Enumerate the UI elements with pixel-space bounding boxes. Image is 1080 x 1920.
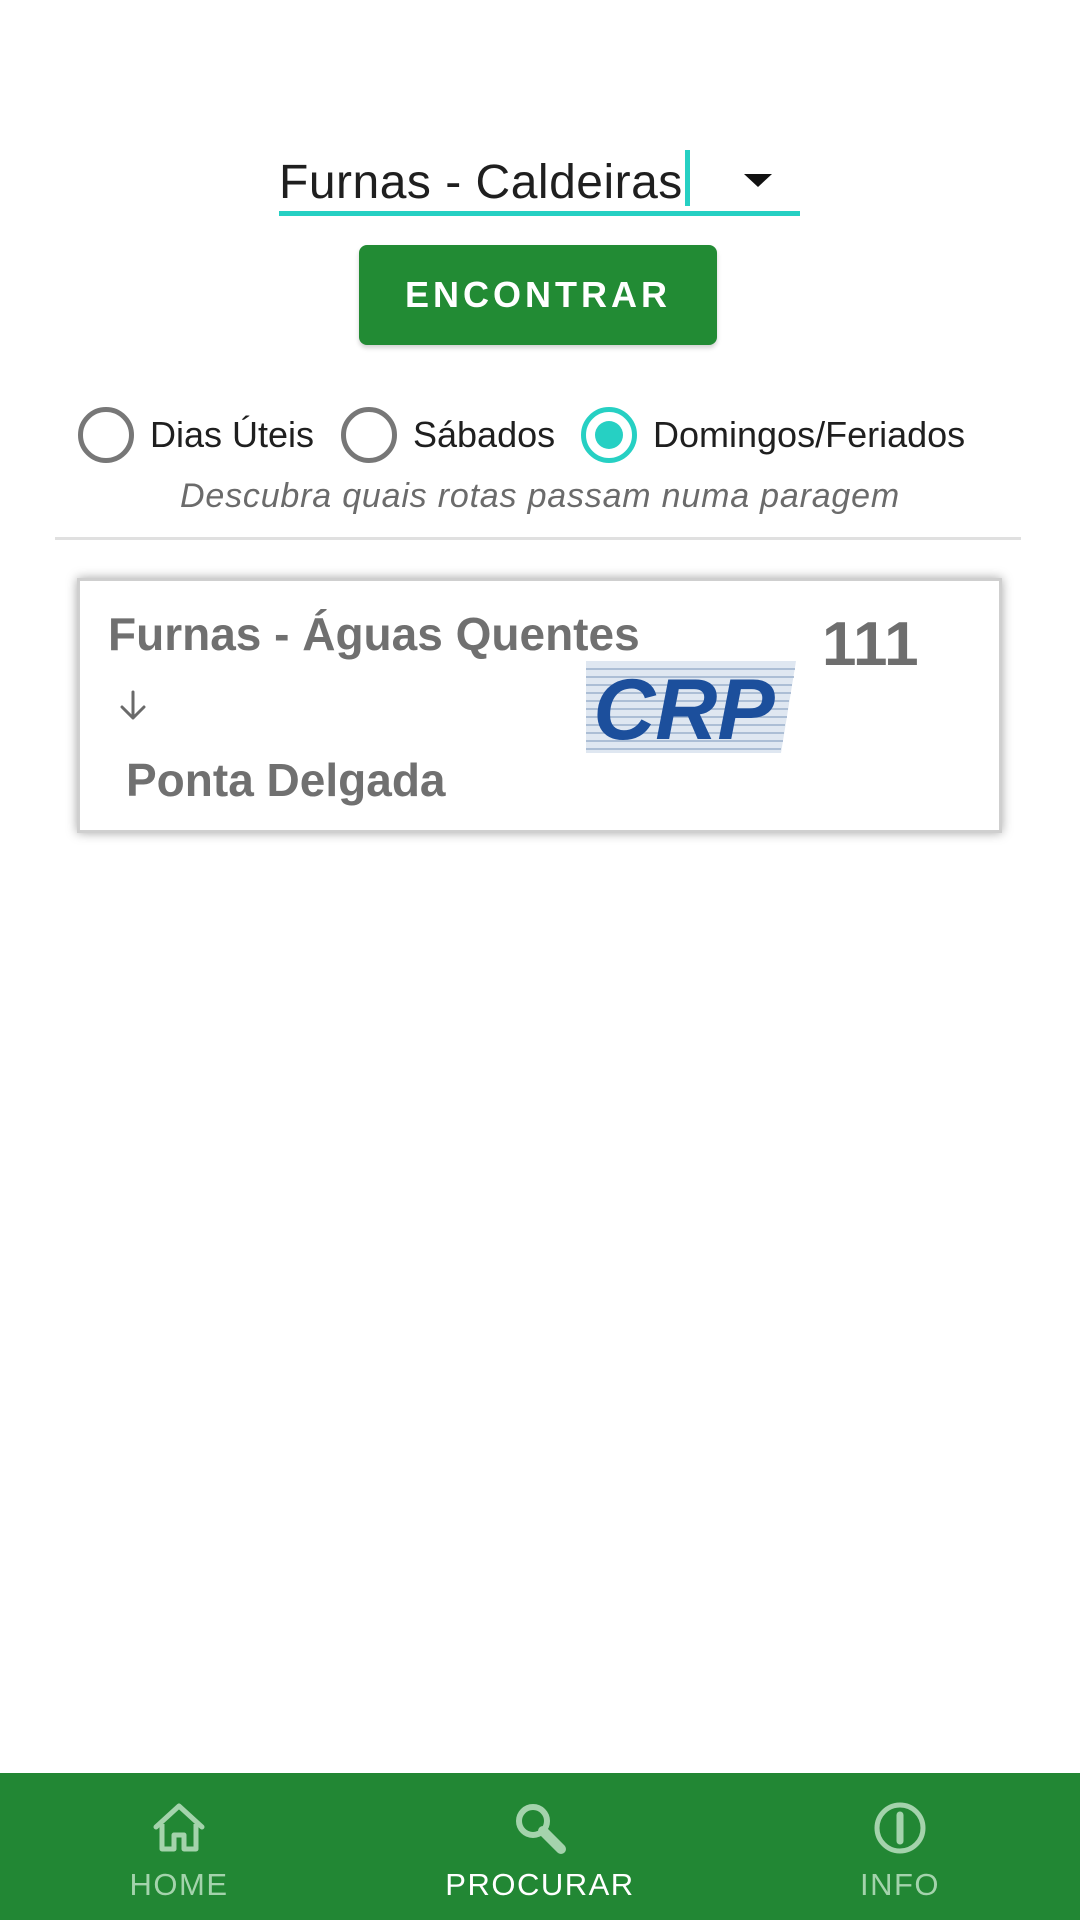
route-number: 111 xyxy=(822,610,919,679)
radio-circle[interactable] xyxy=(78,407,134,463)
arrow-down-icon xyxy=(120,690,146,720)
hint-text: Descubra quais rotas passam numa paragem xyxy=(180,477,900,515)
nav-label: PROCURAR xyxy=(445,1867,635,1902)
radio-sundays-holidays[interactable]: Domingos/Feriados xyxy=(581,405,965,465)
divider xyxy=(55,537,1021,540)
route-card[interactable]: Furnas - Águas Quentes Ponta Delgada 111… xyxy=(77,578,1002,833)
radio-circle[interactable] xyxy=(581,407,637,463)
radio-circle[interactable] xyxy=(341,407,397,463)
svg-text:CRP: CRP xyxy=(593,662,775,753)
radio-label[interactable]: Dias Úteis xyxy=(150,414,314,456)
operator-logo: CRP xyxy=(586,661,796,753)
dropdown-arrow-icon[interactable] xyxy=(744,174,772,187)
nav-home[interactable]: HOME xyxy=(49,1773,309,1920)
radio-saturdays[interactable]: Sábados xyxy=(341,405,555,465)
route-destination: Ponta Delgada xyxy=(126,754,446,806)
radio-label[interactable]: Domingos/Feriados xyxy=(653,414,965,456)
stop-dropdown-value[interactable]: Furnas - Caldeiras xyxy=(279,150,690,210)
bottom-navigation: HOME PROCURAR INFO xyxy=(0,1773,1080,1920)
radio-label[interactable]: Sábados xyxy=(413,414,555,456)
home-icon xyxy=(153,1803,205,1852)
find-button[interactable]: ENCONTRAR xyxy=(359,245,717,345)
radio-weekdays[interactable]: Dias Úteis xyxy=(78,405,314,465)
search-icon xyxy=(516,1804,566,1854)
stop-dropdown[interactable]: Furnas - Caldeiras xyxy=(279,140,800,216)
nav-search[interactable]: PROCURAR xyxy=(410,1773,670,1920)
text-caret xyxy=(684,150,690,206)
nav-label: HOME xyxy=(129,1867,229,1902)
route-origin: Furnas - Águas Quentes xyxy=(108,608,640,660)
screen: Furnas - Caldeiras ENCONTRAR Dias Úteis … xyxy=(0,0,1080,1920)
info-icon xyxy=(874,1802,926,1854)
nav-label: INFO xyxy=(859,1867,941,1902)
nav-info[interactable]: INFO xyxy=(770,1773,1030,1920)
